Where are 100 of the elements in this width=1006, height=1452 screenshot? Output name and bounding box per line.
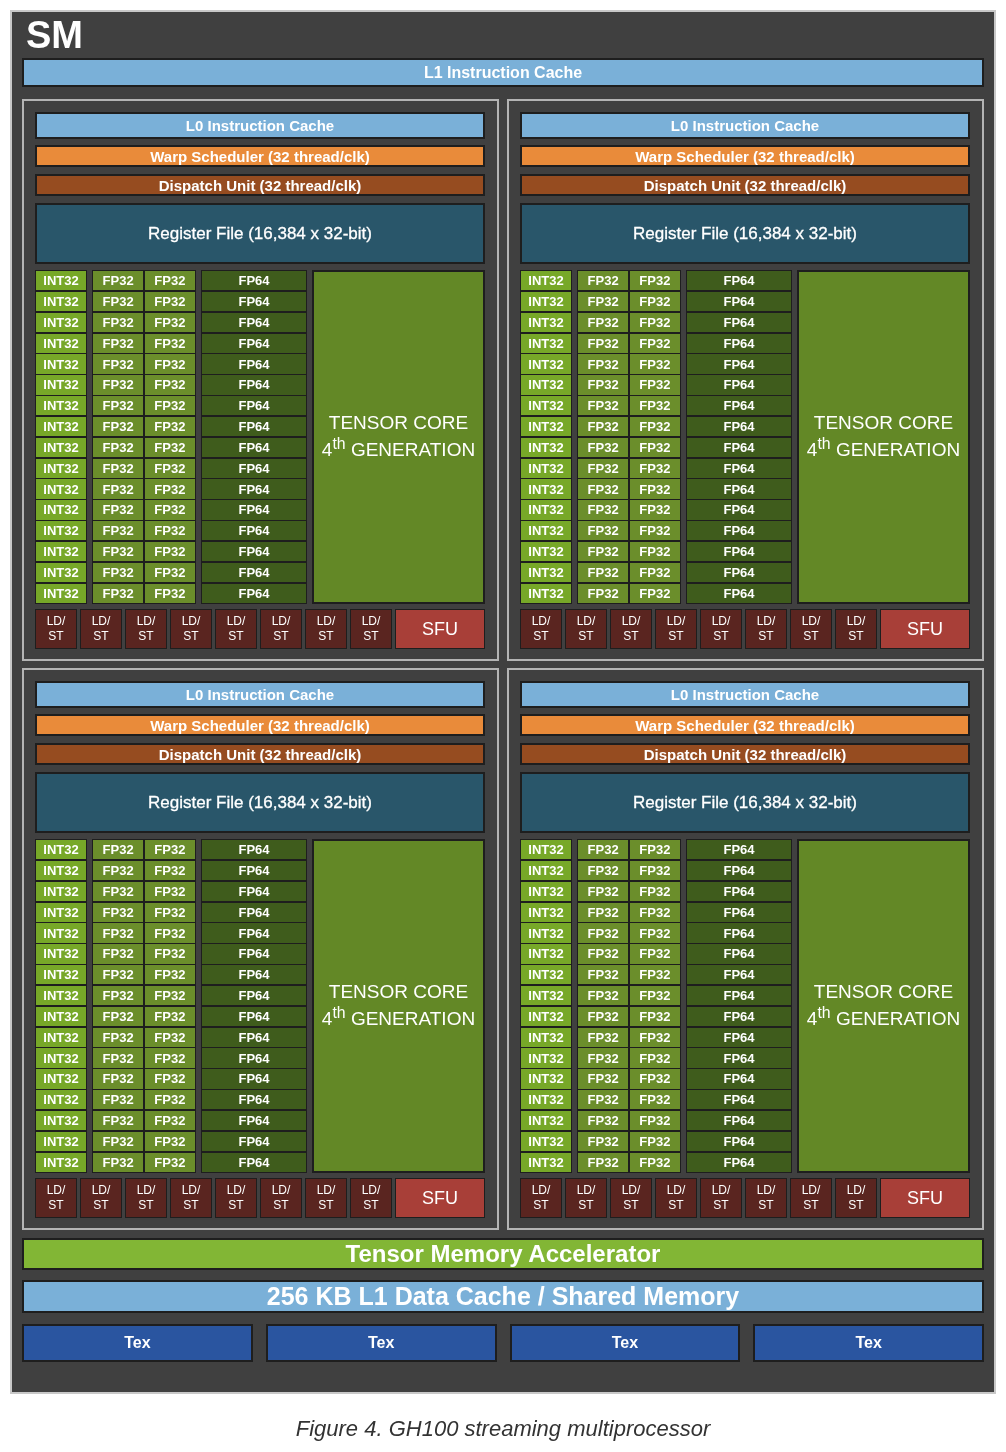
- register-file-block: Register File (16,384 x 32-bit): [35, 772, 485, 833]
- fp32-unit: FP32: [144, 562, 195, 583]
- int32-unit: INT32: [521, 416, 571, 437]
- fp32-unit: FP32: [93, 354, 144, 374]
- tex-unit: Tex: [509, 1324, 741, 1362]
- fp32-unit: FP32: [93, 458, 144, 478]
- int32-unit: INT32: [36, 521, 86, 541]
- int32-unit: INT32: [36, 902, 86, 922]
- fp32-unit: FP32: [144, 354, 195, 374]
- fp64-unit: FP64: [687, 416, 791, 437]
- fp32-unit: FP32: [144, 1006, 195, 1027]
- register-file-block: Register File (16,384 x 32-bit): [520, 772, 970, 833]
- fp64-unit: FP64: [687, 1048, 791, 1068]
- fp32-unit: FP32: [629, 860, 680, 881]
- fp32-unit: FP32: [578, 923, 629, 943]
- int32-unit: INT32: [521, 291, 571, 312]
- fp32-unit: FP32: [629, 291, 680, 312]
- fp32-unit: FP32: [93, 1027, 144, 1047]
- fp32-unit: FP32: [144, 583, 195, 603]
- int32-unit: INT32: [521, 354, 571, 374]
- l0-cache-bar: L0 Instruction Cache: [35, 681, 485, 708]
- ld-st-unit: LD/ ST: [655, 1178, 697, 1218]
- fp32-unit: FP32: [93, 965, 144, 985]
- ld-st-unit: LD/ ST: [700, 609, 742, 649]
- int32-unit: INT32: [36, 396, 86, 416]
- ld-st-unit: LD/ ST: [260, 609, 302, 649]
- fp32-unit: FP32: [144, 1152, 195, 1172]
- fp32-unit: FP32: [144, 944, 195, 964]
- fp64-unit: FP64: [202, 1006, 306, 1027]
- int32-unit: INT32: [521, 1006, 571, 1027]
- fp64-unit: FP64: [202, 333, 306, 353]
- int32-unit: INT32: [36, 1027, 86, 1047]
- fp32-unit: FP32: [144, 1069, 195, 1089]
- fp32-unit: FP32: [144, 416, 195, 437]
- ld-st-unit: LD/ ST: [610, 1178, 652, 1218]
- fp64-unit: FP64: [202, 1131, 306, 1152]
- fp32-unit: FP32: [578, 479, 629, 499]
- fp32-unit: FP32: [578, 1131, 629, 1152]
- fp32-unit: FP32: [578, 1090, 629, 1110]
- fp32-unit: FP32: [93, 333, 144, 353]
- int32-unit: INT32: [521, 375, 571, 395]
- int32-unit: INT32: [36, 860, 86, 881]
- fp32-unit: FP32: [93, 437, 144, 458]
- fp64-unit: FP64: [202, 1110, 306, 1131]
- fp64-unit: FP64: [687, 1027, 791, 1047]
- register-file-block: Register File (16,384 x 32-bit): [35, 203, 485, 264]
- int32-unit: INT32: [521, 562, 571, 583]
- ld-st-unit: LD/ ST: [80, 609, 122, 649]
- int32-unit: INT32: [36, 1110, 86, 1131]
- int32-unit: INT32: [36, 416, 86, 437]
- int32-unit: INT32: [521, 312, 571, 333]
- fp32-unit: FP32: [578, 583, 629, 603]
- fp32-unit: FP32: [629, 965, 680, 985]
- fp32-unit: FP32: [144, 437, 195, 458]
- int32-unit: INT32: [521, 333, 571, 353]
- fp32-unit: FP32: [629, 333, 680, 353]
- int32-unit: INT32: [521, 902, 571, 922]
- int32-unit: INT32: [36, 965, 86, 985]
- int32-unit: INT32: [521, 541, 571, 562]
- int32-unit: INT32: [36, 375, 86, 395]
- fp64-unit: FP64: [202, 923, 306, 943]
- fp64-unit: FP64: [202, 583, 306, 603]
- fp32-unit: FP32: [144, 1090, 195, 1110]
- fp32-unit: FP32: [629, 1027, 680, 1047]
- int32-unit: INT32: [36, 944, 86, 964]
- fp32-unit: FP32: [93, 840, 144, 860]
- fp32-unit: FP32: [629, 923, 680, 943]
- tex-unit: Tex: [265, 1324, 497, 1362]
- int32-unit: INT32: [521, 860, 571, 881]
- fp32-unit: FP32: [578, 860, 629, 881]
- fp64-unit: FP64: [202, 1027, 306, 1047]
- int32-unit: INT32: [521, 1048, 571, 1068]
- int32-unit: INT32: [521, 840, 571, 860]
- int32-unit: INT32: [36, 479, 86, 499]
- fp64-unit: FP64: [687, 840, 791, 860]
- fp32-unit: FP32: [93, 1006, 144, 1027]
- dispatch-unit-bar: Dispatch Unit (32 thread/clk): [520, 174, 970, 196]
- int32-unit: INT32: [521, 583, 571, 603]
- warp-scheduler-bar: Warp Scheduler (32 thread/clk): [35, 145, 485, 167]
- tex-unit: Tex: [753, 1324, 984, 1362]
- fp64-unit: FP64: [202, 396, 306, 416]
- l0-cache-bar: L0 Instruction Cache: [35, 112, 485, 139]
- fp32-unit: FP32: [629, 1152, 680, 1172]
- dispatch-unit-bar: Dispatch Unit (32 thread/clk): [520, 743, 970, 765]
- fp32-unit: FP32: [93, 271, 144, 291]
- fp32-unit: FP32: [144, 333, 195, 353]
- fp32-unit: FP32: [93, 1152, 144, 1172]
- fp64-unit: FP64: [202, 1069, 306, 1089]
- fp32-unit: FP32: [578, 291, 629, 312]
- fp64-unit: FP64: [202, 500, 306, 520]
- int32-unit: INT32: [36, 1048, 86, 1068]
- fp64-unit: FP64: [687, 396, 791, 416]
- l1-data-cache-bar: 256 KB L1 Data Cache / Shared Memory: [22, 1280, 984, 1313]
- ld-st-unit: LD/ ST: [170, 1178, 212, 1218]
- fp32-unit: FP32: [629, 312, 680, 333]
- int32-unit: INT32: [521, 965, 571, 985]
- fp32-unit: FP32: [629, 562, 680, 583]
- fp32-unit: FP32: [93, 944, 144, 964]
- ld-st-unit: LD/ ST: [35, 1178, 77, 1218]
- ld-st-unit: LD/ ST: [565, 609, 607, 649]
